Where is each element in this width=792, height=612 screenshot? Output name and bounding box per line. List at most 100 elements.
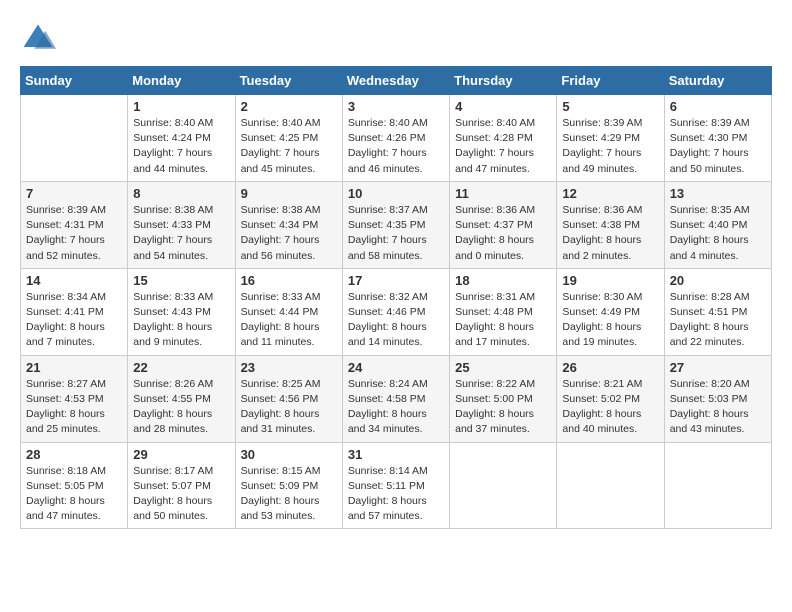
sunrise-text: Sunrise: 8:26 AM [133, 378, 213, 390]
daylight-text: Daylight: 7 hours and 52 minutes. [26, 234, 105, 261]
calendar-cell: 14 Sunrise: 8:34 AM Sunset: 4:41 PM Dayl… [21, 268, 128, 355]
sunrise-text: Sunrise: 8:22 AM [455, 378, 535, 390]
day-detail: Sunrise: 8:39 AM Sunset: 4:31 PM Dayligh… [26, 203, 122, 264]
daylight-text: Daylight: 7 hours and 45 minutes. [241, 147, 320, 174]
day-number: 15 [133, 273, 229, 288]
sunset-text: Sunset: 4:48 PM [455, 306, 533, 318]
col-header-saturday: Saturday [664, 67, 771, 95]
sunrise-text: Sunrise: 8:36 AM [562, 204, 642, 216]
day-detail: Sunrise: 8:15 AM Sunset: 5:09 PM Dayligh… [241, 464, 337, 525]
sunset-text: Sunset: 5:03 PM [670, 393, 748, 405]
calendar-week-row: 7 Sunrise: 8:39 AM Sunset: 4:31 PM Dayli… [21, 181, 772, 268]
sunset-text: Sunset: 4:31 PM [26, 219, 104, 231]
daylight-text: Daylight: 8 hours and 22 minutes. [670, 321, 749, 348]
daylight-text: Daylight: 8 hours and 0 minutes. [455, 234, 534, 261]
day-detail: Sunrise: 8:22 AM Sunset: 5:00 PM Dayligh… [455, 377, 551, 438]
day-number: 17 [348, 273, 444, 288]
day-number: 6 [670, 99, 766, 114]
calendar-cell [21, 95, 128, 182]
calendar-cell [557, 442, 664, 529]
sunrise-text: Sunrise: 8:21 AM [562, 378, 642, 390]
day-detail: Sunrise: 8:30 AM Sunset: 4:49 PM Dayligh… [562, 290, 658, 351]
day-number: 9 [241, 186, 337, 201]
sunset-text: Sunset: 5:07 PM [133, 480, 211, 492]
calendar-cell: 9 Sunrise: 8:38 AM Sunset: 4:34 PM Dayli… [235, 181, 342, 268]
calendar-week-row: 1 Sunrise: 8:40 AM Sunset: 4:24 PM Dayli… [21, 95, 772, 182]
logo-icon [20, 20, 56, 56]
daylight-text: Daylight: 8 hours and 57 minutes. [348, 495, 427, 522]
day-detail: Sunrise: 8:36 AM Sunset: 4:37 PM Dayligh… [455, 203, 551, 264]
calendar-cell: 23 Sunrise: 8:25 AM Sunset: 4:56 PM Dayl… [235, 355, 342, 442]
sunrise-text: Sunrise: 8:17 AM [133, 465, 213, 477]
sunset-text: Sunset: 4:33 PM [133, 219, 211, 231]
daylight-text: Daylight: 8 hours and 31 minutes. [241, 408, 320, 435]
day-detail: Sunrise: 8:37 AM Sunset: 4:35 PM Dayligh… [348, 203, 444, 264]
sunset-text: Sunset: 4:51 PM [670, 306, 748, 318]
calendar-cell: 19 Sunrise: 8:30 AM Sunset: 4:49 PM Dayl… [557, 268, 664, 355]
daylight-text: Daylight: 8 hours and 28 minutes. [133, 408, 212, 435]
sunrise-text: Sunrise: 8:18 AM [26, 465, 106, 477]
daylight-text: Daylight: 8 hours and 53 minutes. [241, 495, 320, 522]
sunrise-text: Sunrise: 8:40 AM [348, 117, 428, 129]
sunrise-text: Sunrise: 8:28 AM [670, 291, 750, 303]
sunset-text: Sunset: 4:35 PM [348, 219, 426, 231]
calendar-header-row: SundayMondayTuesdayWednesdayThursdayFrid… [21, 67, 772, 95]
sunrise-text: Sunrise: 8:36 AM [455, 204, 535, 216]
col-header-thursday: Thursday [450, 67, 557, 95]
day-number: 12 [562, 186, 658, 201]
day-detail: Sunrise: 8:32 AM Sunset: 4:46 PM Dayligh… [348, 290, 444, 351]
calendar-cell: 18 Sunrise: 8:31 AM Sunset: 4:48 PM Dayl… [450, 268, 557, 355]
day-detail: Sunrise: 8:17 AM Sunset: 5:07 PM Dayligh… [133, 464, 229, 525]
sunset-text: Sunset: 5:11 PM [348, 480, 425, 492]
day-number: 30 [241, 447, 337, 462]
daylight-text: Daylight: 7 hours and 56 minutes. [241, 234, 320, 261]
calendar-cell: 12 Sunrise: 8:36 AM Sunset: 4:38 PM Dayl… [557, 181, 664, 268]
calendar-cell: 30 Sunrise: 8:15 AM Sunset: 5:09 PM Dayl… [235, 442, 342, 529]
sunset-text: Sunset: 5:05 PM [26, 480, 104, 492]
day-number: 1 [133, 99, 229, 114]
calendar-cell: 11 Sunrise: 8:36 AM Sunset: 4:37 PM Dayl… [450, 181, 557, 268]
day-detail: Sunrise: 8:14 AM Sunset: 5:11 PM Dayligh… [348, 464, 444, 525]
sunset-text: Sunset: 4:44 PM [241, 306, 319, 318]
sunrise-text: Sunrise: 8:37 AM [348, 204, 428, 216]
day-detail: Sunrise: 8:33 AM Sunset: 4:44 PM Dayligh… [241, 290, 337, 351]
calendar-cell: 21 Sunrise: 8:27 AM Sunset: 4:53 PM Dayl… [21, 355, 128, 442]
day-number: 28 [26, 447, 122, 462]
daylight-text: Daylight: 8 hours and 50 minutes. [133, 495, 212, 522]
sunset-text: Sunset: 4:24 PM [133, 132, 211, 144]
day-number: 16 [241, 273, 337, 288]
daylight-text: Daylight: 8 hours and 19 minutes. [562, 321, 641, 348]
calendar-cell: 16 Sunrise: 8:33 AM Sunset: 4:44 PM Dayl… [235, 268, 342, 355]
day-number: 10 [348, 186, 444, 201]
day-number: 25 [455, 360, 551, 375]
sunrise-text: Sunrise: 8:25 AM [241, 378, 321, 390]
day-detail: Sunrise: 8:40 AM Sunset: 4:28 PM Dayligh… [455, 116, 551, 177]
sunset-text: Sunset: 4:26 PM [348, 132, 426, 144]
sunrise-text: Sunrise: 8:39 AM [670, 117, 750, 129]
day-number: 24 [348, 360, 444, 375]
sunset-text: Sunset: 4:37 PM [455, 219, 533, 231]
daylight-text: Daylight: 8 hours and 7 minutes. [26, 321, 105, 348]
calendar-cell: 2 Sunrise: 8:40 AM Sunset: 4:25 PM Dayli… [235, 95, 342, 182]
day-detail: Sunrise: 8:27 AM Sunset: 4:53 PM Dayligh… [26, 377, 122, 438]
day-number: 2 [241, 99, 337, 114]
day-number: 8 [133, 186, 229, 201]
sunrise-text: Sunrise: 8:39 AM [562, 117, 642, 129]
calendar-cell: 7 Sunrise: 8:39 AM Sunset: 4:31 PM Dayli… [21, 181, 128, 268]
day-detail: Sunrise: 8:34 AM Sunset: 4:41 PM Dayligh… [26, 290, 122, 351]
day-detail: Sunrise: 8:20 AM Sunset: 5:03 PM Dayligh… [670, 377, 766, 438]
sunset-text: Sunset: 4:30 PM [670, 132, 748, 144]
daylight-text: Daylight: 8 hours and 34 minutes. [348, 408, 427, 435]
daylight-text: Daylight: 8 hours and 37 minutes. [455, 408, 534, 435]
calendar-cell: 8 Sunrise: 8:38 AM Sunset: 4:33 PM Dayli… [128, 181, 235, 268]
calendar-week-row: 21 Sunrise: 8:27 AM Sunset: 4:53 PM Dayl… [21, 355, 772, 442]
day-detail: Sunrise: 8:24 AM Sunset: 4:58 PM Dayligh… [348, 377, 444, 438]
calendar-cell: 17 Sunrise: 8:32 AM Sunset: 4:46 PM Dayl… [342, 268, 449, 355]
daylight-text: Daylight: 8 hours and 40 minutes. [562, 408, 641, 435]
day-number: 19 [562, 273, 658, 288]
day-detail: Sunrise: 8:39 AM Sunset: 4:29 PM Dayligh… [562, 116, 658, 177]
calendar-cell: 27 Sunrise: 8:20 AM Sunset: 5:03 PM Dayl… [664, 355, 771, 442]
sunrise-text: Sunrise: 8:15 AM [241, 465, 321, 477]
sunset-text: Sunset: 4:25 PM [241, 132, 319, 144]
col-header-friday: Friday [557, 67, 664, 95]
